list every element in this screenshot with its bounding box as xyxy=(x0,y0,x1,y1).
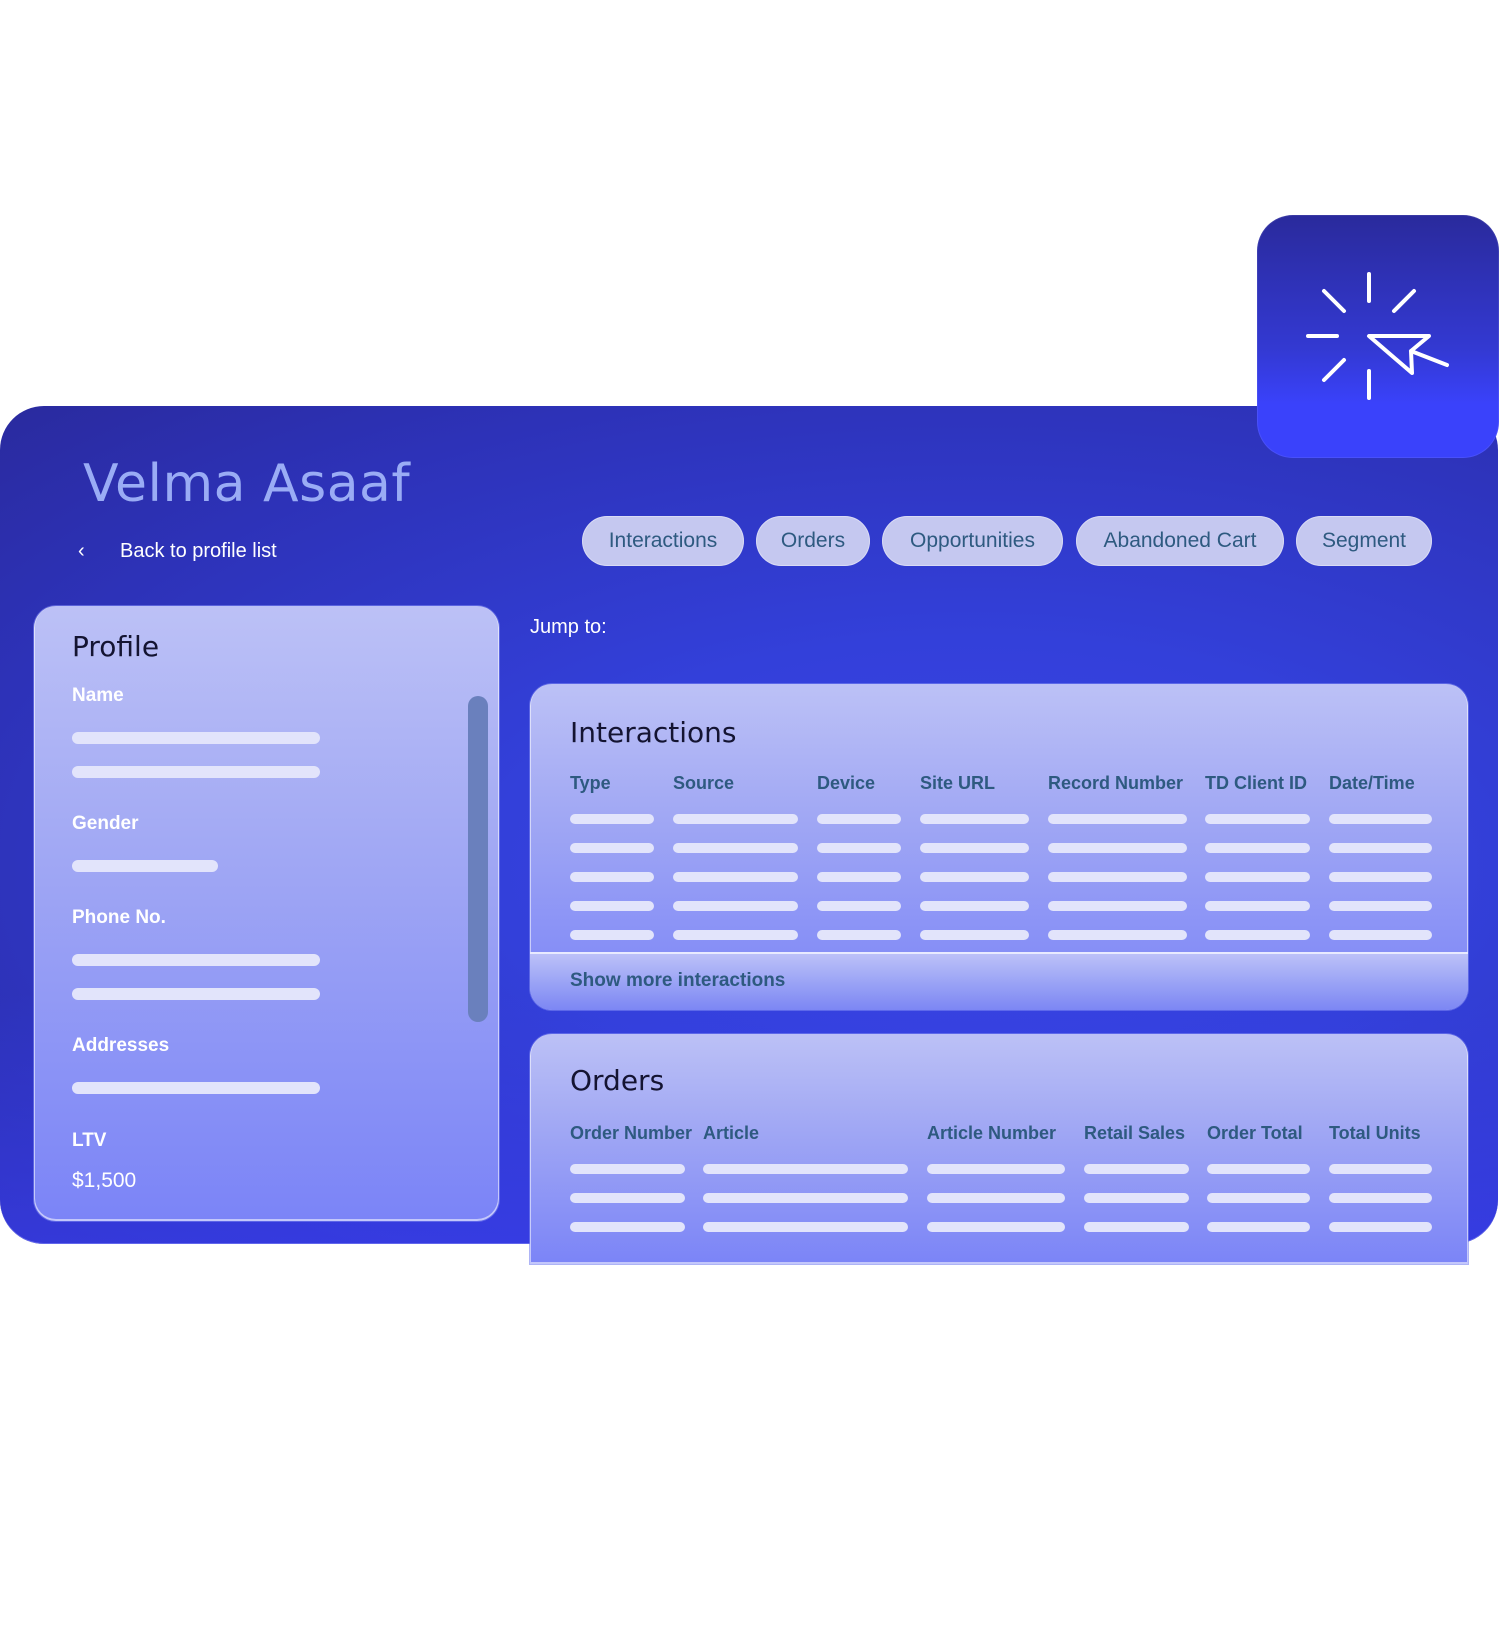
orders-panel-title: Orders xyxy=(570,1064,665,1097)
interactions-placeholder-cell xyxy=(1205,930,1310,940)
back-link-label: Back to profile list xyxy=(120,540,277,562)
orders-placeholder-cell xyxy=(1329,1222,1432,1232)
orders-placeholder-cell xyxy=(1084,1164,1189,1174)
orders-placeholder-cell xyxy=(1329,1193,1432,1203)
orders-placeholder-cell xyxy=(1084,1222,1189,1232)
field-label-gender: Gender xyxy=(72,813,139,834)
profile-name-heading: Velma Asaaf xyxy=(83,454,411,514)
gender-placeholder-line xyxy=(72,860,218,872)
orders-placeholder-cell xyxy=(703,1222,908,1232)
interactions-placeholder-cell xyxy=(1329,843,1432,853)
interactions-column-header: Source xyxy=(673,773,735,793)
interactions-column-header: TD Client ID xyxy=(1205,773,1307,793)
orders-panel: Orders Order Number Article Article Number… xyxy=(530,1034,1468,1264)
interactions-placeholder-cell xyxy=(570,930,654,940)
interactions-placeholder-cell xyxy=(1048,901,1187,911)
orders-column-header: Total Units xyxy=(1329,1123,1421,1143)
phone-placeholder-line xyxy=(72,954,320,966)
interactions-placeholder-cell xyxy=(1329,872,1432,882)
interactions-placeholder-cell xyxy=(817,843,901,853)
phone-placeholder-line xyxy=(72,988,320,1000)
orders-placeholder-cell xyxy=(927,1222,1065,1232)
interactions-placeholder-cell xyxy=(673,872,798,882)
tab-abandoned-cart[interactable]: Abandoned Cart xyxy=(1076,516,1284,566)
show-more-interactions-button[interactable]: Show more interactions xyxy=(530,952,1468,1010)
orders-column-header: Article Number xyxy=(927,1123,1057,1143)
interactions-placeholder-cell xyxy=(817,901,901,911)
orders-placeholder-cell xyxy=(703,1164,908,1174)
interactions-column-header: Record Number xyxy=(1048,773,1184,793)
click-cursor-icon xyxy=(1306,272,1449,400)
interactions-placeholder-cell xyxy=(570,872,654,882)
interactions-placeholder-cell xyxy=(920,872,1029,882)
interactions-placeholder-cell xyxy=(817,814,901,824)
orders-placeholder-cell xyxy=(1207,1193,1310,1203)
interactions-placeholder-cell xyxy=(1329,930,1432,940)
orders-placeholder-cell xyxy=(570,1164,685,1174)
tab-interactions[interactable]: Interactions xyxy=(582,516,744,566)
tab-opportunities[interactable]: Opportunities xyxy=(882,516,1063,566)
interactions-column-header: Type xyxy=(570,773,611,793)
orders-placeholder-cell xyxy=(1207,1164,1310,1174)
interactions-placeholder-cell xyxy=(1205,843,1310,853)
interactions-placeholder-cell xyxy=(920,814,1029,824)
interactions-placeholder-cell xyxy=(570,901,654,911)
interactions-placeholder-cell xyxy=(1329,901,1432,911)
interactions-placeholder-cell xyxy=(817,872,901,882)
interactions-placeholder-cell xyxy=(1329,814,1432,824)
interactions-placeholder-cell xyxy=(1048,930,1187,940)
field-label-phone: Phone No. xyxy=(72,907,166,928)
interactions-placeholder-cell xyxy=(673,901,798,911)
profile-panel: Profile Name Gender Phone No. Addresses … xyxy=(34,606,499,1221)
interactions-placeholder-cell xyxy=(1048,814,1187,824)
interactions-placeholder-cell xyxy=(1205,901,1310,911)
orders-placeholder-cell xyxy=(927,1193,1065,1203)
orders-column-header: Order Total xyxy=(1207,1123,1303,1143)
show-more-label: Show more interactions xyxy=(570,970,786,991)
interactions-column-header: Site URL xyxy=(920,773,996,793)
field-label-addresses: Addresses xyxy=(72,1035,170,1056)
profile-panel-title: Profile xyxy=(72,630,160,663)
click-badge xyxy=(1257,215,1499,458)
ltv-value: $1,500 xyxy=(72,1169,137,1192)
jump-to-label: Jump to: xyxy=(530,616,607,638)
orders-placeholder-cell xyxy=(1084,1193,1189,1203)
back-to-profile-list-link[interactable]: ‹ Back to profile list xyxy=(78,540,277,563)
interactions-placeholder-cell xyxy=(1205,814,1310,824)
orders-column-header: Retail Sales xyxy=(1084,1123,1186,1143)
orders-placeholder-cell xyxy=(1329,1164,1432,1174)
profile-scrollbar[interactable] xyxy=(468,696,488,1022)
tab-orders[interactable]: Orders xyxy=(756,516,870,566)
field-label-name: Name xyxy=(72,685,124,706)
field-label-ltv: LTV xyxy=(72,1130,107,1151)
interactions-placeholder-cell xyxy=(817,930,901,940)
name-placeholder-line xyxy=(72,766,320,778)
interactions-panel-title: Interactions xyxy=(570,716,737,749)
interactions-placeholder-cell xyxy=(920,901,1029,911)
chevron-left-icon: ‹ xyxy=(78,540,85,562)
orders-column-header: Order Number xyxy=(570,1123,693,1143)
interactions-placeholder-cell xyxy=(673,843,798,853)
interactions-placeholder-cell xyxy=(570,814,654,824)
addresses-placeholder-line xyxy=(72,1082,320,1094)
interactions-placeholder-cell xyxy=(1048,872,1187,882)
interactions-panel: Interactions Type Source Device Site URL Rec… xyxy=(530,684,1468,1010)
tab-segment[interactable]: Segment xyxy=(1296,516,1432,566)
interactions-column-header: Date/Time xyxy=(1329,773,1415,793)
orders-placeholder-cell xyxy=(927,1164,1065,1174)
orders-placeholder-cell xyxy=(570,1193,685,1203)
interactions-placeholder-cell xyxy=(920,843,1029,853)
interactions-column-header: Device xyxy=(817,773,876,793)
interactions-placeholder-cell xyxy=(570,843,654,853)
orders-column-header: Article xyxy=(703,1123,760,1143)
interactions-placeholder-cell xyxy=(673,930,798,940)
interactions-placeholder-cell xyxy=(673,814,798,824)
orders-placeholder-cell xyxy=(703,1193,908,1203)
orders-placeholder-cell xyxy=(570,1222,685,1232)
interactions-placeholder-cell xyxy=(920,930,1029,940)
interactions-placeholder-cell xyxy=(1205,872,1310,882)
interactions-placeholder-cell xyxy=(1048,843,1187,853)
name-placeholder-line xyxy=(72,732,320,744)
orders-placeholder-cell xyxy=(1207,1222,1310,1232)
